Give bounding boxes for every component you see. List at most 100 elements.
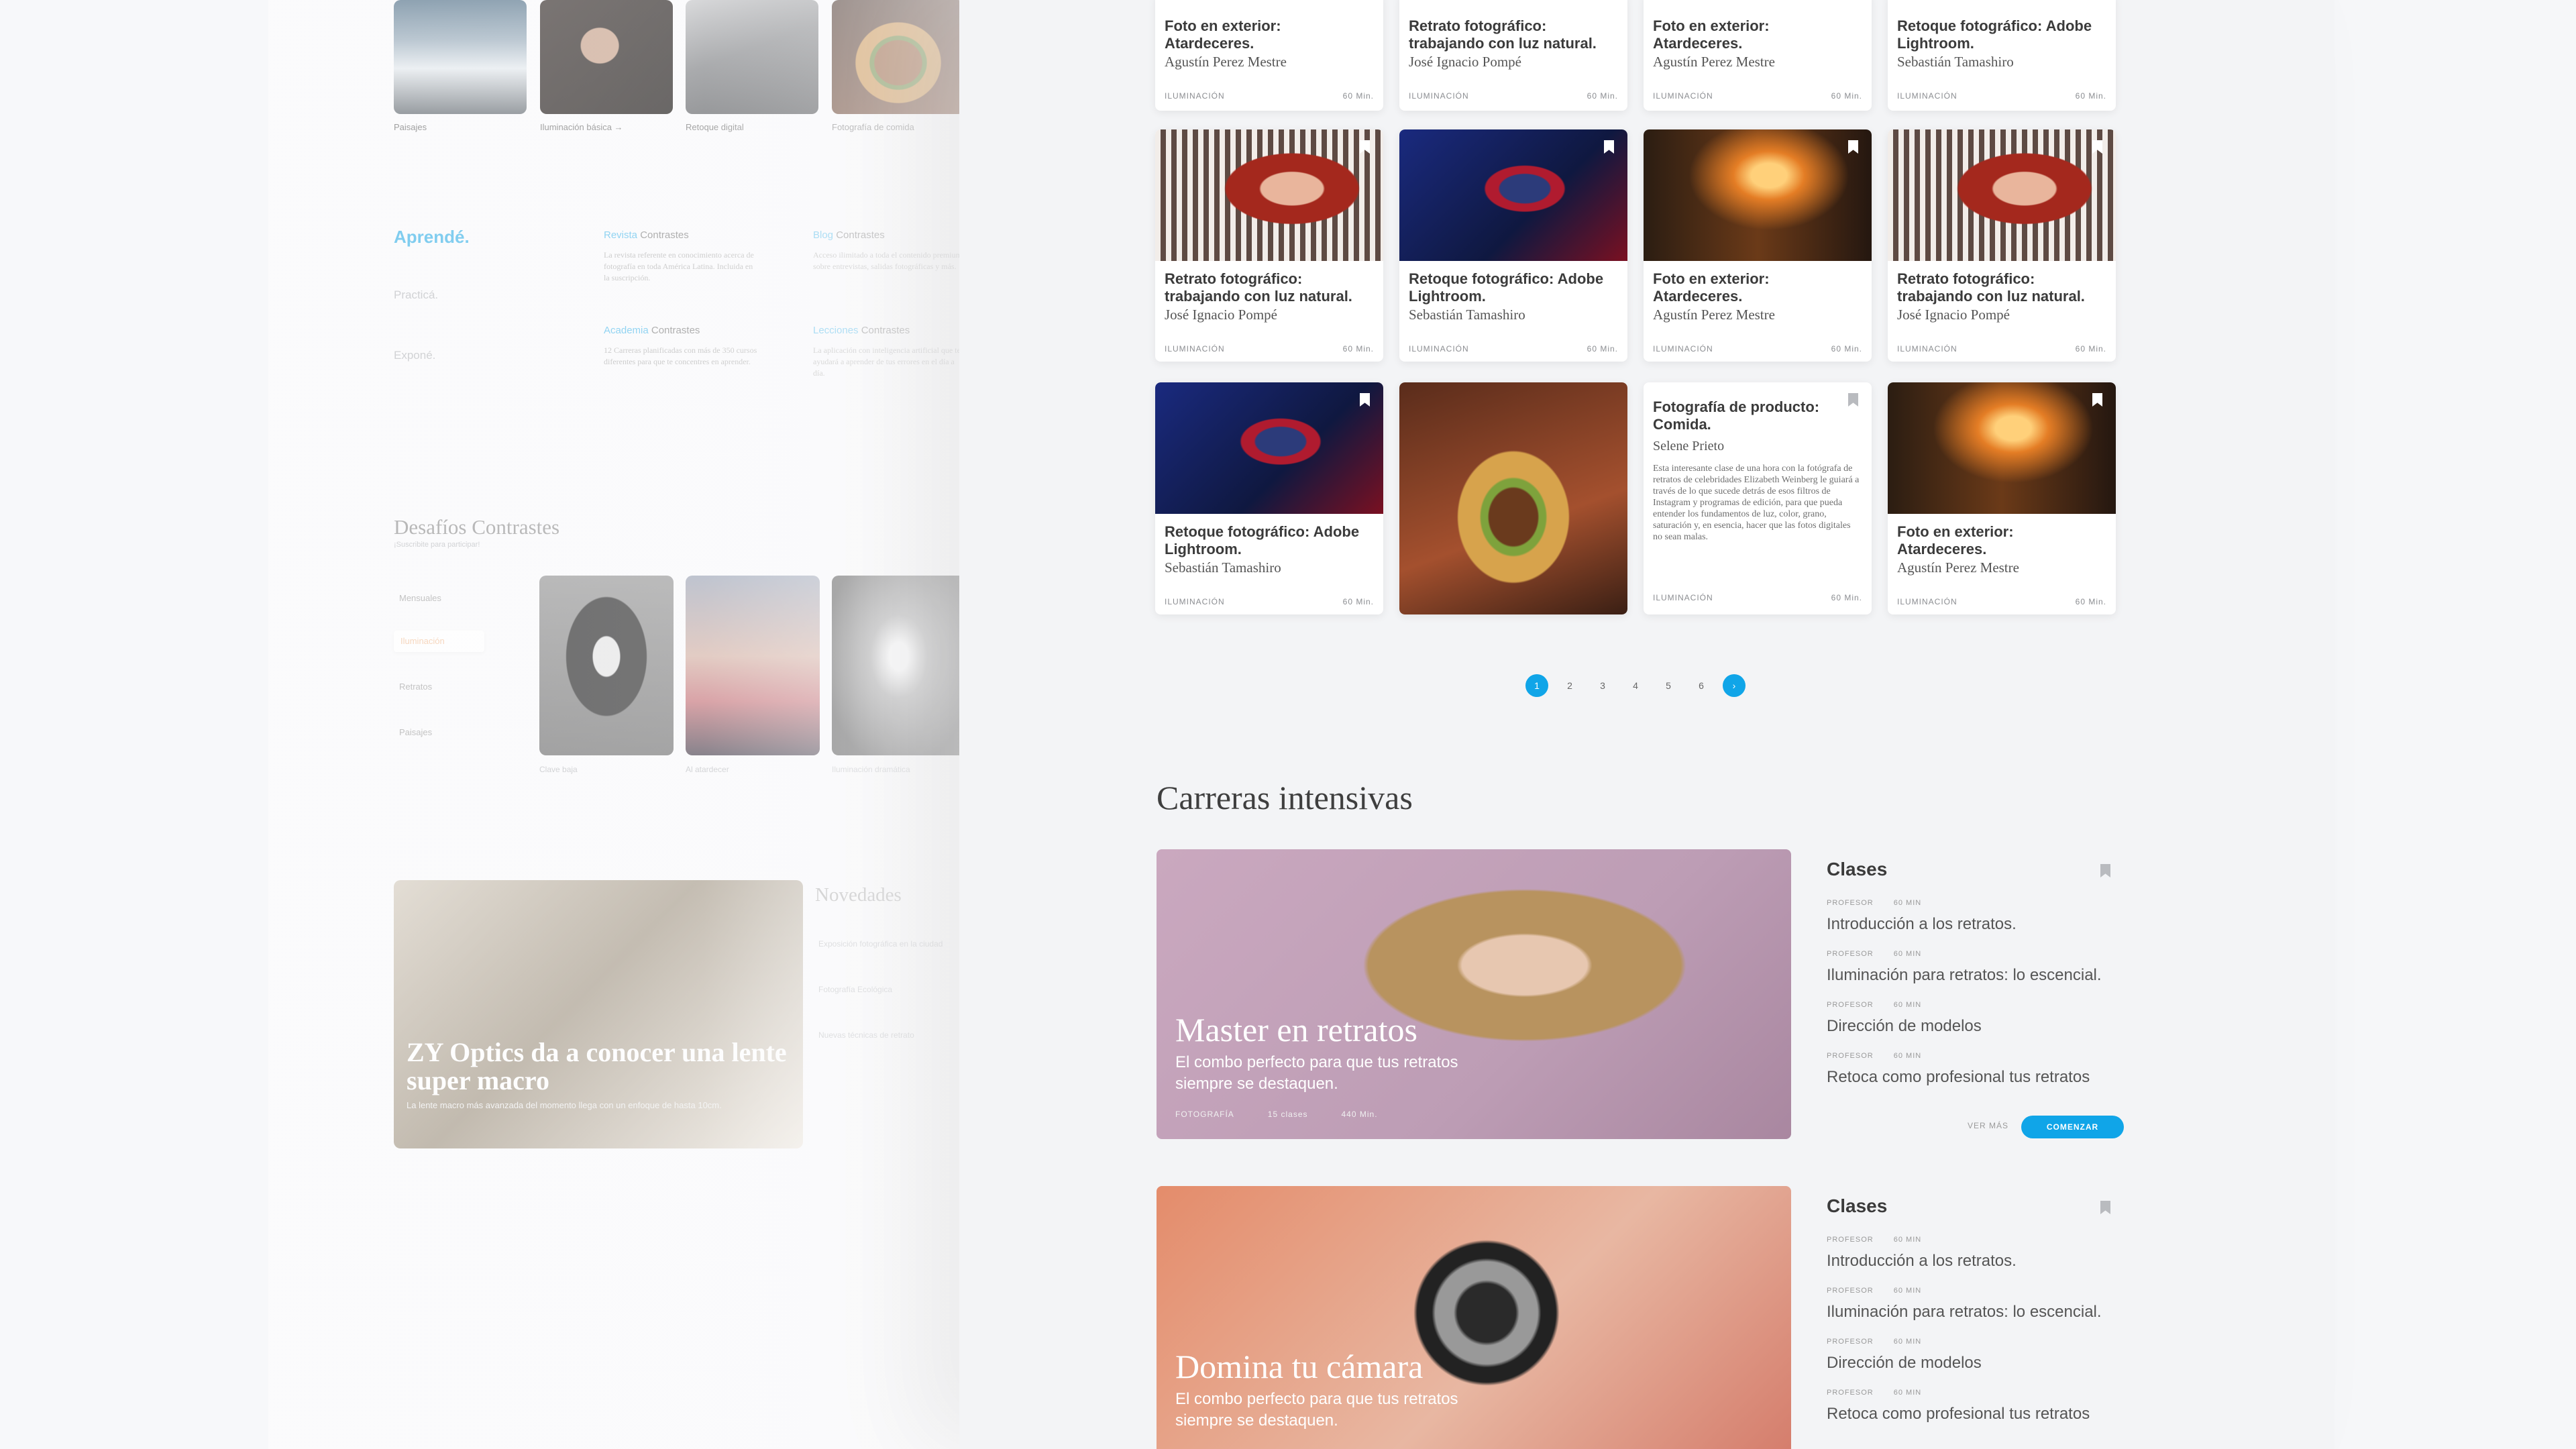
career-hero[interactable]: Master en retratos El combo perfecto par… — [1157, 849, 1791, 1139]
course-meta: ILUMINACIÓN 60 Min. — [1165, 597, 1374, 606]
paisajes-thumbnail[interactable] — [394, 0, 527, 114]
challenge-caption: Al atardecer — [686, 765, 729, 774]
challenges-subtitle: ¡Suscribite para participar! — [394, 541, 480, 549]
nav-expone[interactable]: Exponé. — [394, 349, 435, 362]
class-item[interactable]: Dirección de modelos — [1827, 1354, 1982, 1373]
course-meta: ILUMINACIÓN 60 Min. — [1165, 344, 1374, 354]
comenzar-button[interactable]: COMENZAR — [2021, 1116, 2124, 1138]
career-title: Domina tu cámara — [1175, 1348, 1424, 1385]
iluminacion-thumbnail[interactable] — [540, 0, 673, 114]
challenge-image[interactable] — [832, 576, 966, 755]
ver-mas-link[interactable]: VER MÁS — [1968, 1121, 2008, 1130]
news-subtitle: La lente macro más avanzada del momento … — [407, 1100, 722, 1110]
class-meta: PROFESOR 60 MIN — [1827, 1338, 1922, 1346]
class-meta: PROFESOR 60 MIN — [1827, 1389, 1922, 1397]
bookmark-icon[interactable] — [1848, 393, 1858, 407]
nav-aprende[interactable]: Aprendé. — [394, 227, 470, 248]
course-title: Foto en exterior: Atardeceres. — [1653, 17, 1770, 52]
service-blog[interactable]: Blog Contrastes — [813, 229, 885, 241]
course-meta: ILUMINACIÓN 60 Min. — [1409, 344, 1618, 354]
service-description: 12 Carreras planificadas con más de 350 … — [604, 345, 757, 366]
service-description: Acceso ilimitado a toda el contenido pre… — [813, 250, 962, 271]
career-classes-panel: Clases PROFESOR 60 MIN Introducción a los… — [1827, 1186, 2149, 1449]
challenge-tab[interactable]: Paisajes — [399, 727, 432, 737]
class-item[interactable]: Introducción a los retratos. — [1827, 1252, 2017, 1271]
course-card[interactable]: Retrato fotográfico: trabajando con luz … — [1888, 129, 2116, 362]
red-hair-portrait-image — [1155, 129, 1383, 261]
career-subtitle: El combo perfecto para que tus retratos … — [1175, 1053, 1458, 1093]
course-card[interactable]: Retrato fotográfico: trabajando con luz … — [1399, 0, 1627, 111]
class-item[interactable]: Dirección de modelos — [1827, 1017, 1982, 1036]
challenge-tab[interactable]: Retratos — [399, 682, 432, 692]
course-card[interactable]: Foto en exterior: Atardeceres. Agustín P… — [1888, 382, 2116, 614]
course-author: José Ignacio Pompé — [1897, 307, 2010, 323]
course-title: Retrato fotográfico: trabajando con luz … — [1409, 17, 1597, 52]
class-meta: PROFESOR 60 MIN — [1827, 1236, 1922, 1244]
page-button-3[interactable]: 3 — [1591, 674, 1614, 697]
course-title: Foto en exterior: Atardeceres. — [1653, 270, 1770, 305]
page-button-4[interactable]: 4 — [1624, 674, 1647, 697]
course-card[interactable]: Foto en exterior: Atardeceres. Agustín P… — [1644, 129, 1872, 362]
section-title: Carreras intensivas — [1157, 779, 1413, 816]
course-card[interactable]: Retoque fotográfico: Adobe Lightroom. Se… — [1155, 382, 1383, 614]
challenge-caption: Clave baja — [539, 765, 578, 774]
course-card[interactable]: Foto en exterior: Atardeceres. Agustín P… — [1644, 0, 1872, 111]
category-label[interactable]: Iluminación básica → — [540, 122, 623, 132]
class-item[interactable]: Iluminación para retratos: lo escencial. — [1827, 1303, 2102, 1322]
course-card[interactable]: Retoque fotográfico: Adobe Lightroom. Se… — [1888, 0, 2116, 111]
class-item[interactable]: Retoca como profesional tus retratos — [1827, 1405, 2090, 1424]
course-title: Foto en exterior: Atardeceres. — [1897, 523, 2014, 557]
course-author: Agustín Perez Mestre — [1653, 307, 1775, 323]
course-description: Esta interesante clase de una hora con l… — [1653, 464, 1860, 542]
challenge-image[interactable] — [539, 576, 674, 755]
course-title: Retrato fotográfico: trabajando con luz … — [1165, 270, 1352, 305]
class-item[interactable]: Retoca como profesional tus retratos — [1827, 1068, 2090, 1087]
class-item[interactable]: Iluminación para retratos: lo escencial. — [1827, 966, 2102, 985]
class-meta: PROFESOR 60 MIN — [1827, 1287, 1922, 1295]
course-card[interactable]: Foto en exterior: Atardeceres. Agustín P… — [1155, 0, 1383, 111]
news-item[interactable]: Exposición fotográfica en la ciudad — [818, 939, 943, 949]
service-description: La aplicación con inteligencia artificia… — [813, 345, 961, 378]
class-meta: PROFESOR 60 MIN — [1827, 899, 1922, 907]
course-card-expanded[interactable]: Fotografía de producto: Comida. Selene P… — [1644, 382, 1872, 614]
page-button-6[interactable]: 6 — [1690, 674, 1713, 697]
comida-thumbnail[interactable] — [832, 0, 965, 114]
page-button-2[interactable]: 2 — [1558, 674, 1581, 697]
course-title: Fotografía de producto: Comida. — [1653, 398, 1820, 433]
course-author: Sebastián Tamashiro — [1409, 307, 1525, 323]
news-item[interactable]: Fotografía Ecológica — [818, 985, 892, 994]
course-card[interactable]: Retoque fotográfico: Adobe Lightroom. Se… — [1399, 129, 1627, 362]
challenge-tab[interactable]: Mensuales — [399, 593, 441, 603]
course-title: Retrato fotográfico: trabajando con luz … — [1897, 270, 2085, 305]
career-hero[interactable]: Domina tu cámara El combo perfecto para … — [1157, 1186, 1791, 1449]
next-page-button[interactable]: › — [1723, 674, 1746, 697]
service-lecciones[interactable]: Lecciones Contrastes — [813, 325, 910, 336]
class-item[interactable]: Introducción a los retratos. — [1827, 915, 2017, 934]
class-meta: PROFESOR 60 MIN — [1827, 950, 1922, 958]
news-headline[interactable]: ZY Optics da a conocer una lente super m… — [407, 1038, 796, 1095]
course-card-image-only[interactable] — [1399, 382, 1627, 614]
classes-title: Clases — [1827, 859, 1888, 879]
blue-neon-portrait-image — [1155, 382, 1383, 514]
course-author: Agustín Perez Mestre — [1897, 559, 2019, 576]
course-meta: ILUMINACIÓN 60 Min. — [1897, 597, 2106, 606]
course-card[interactable]: Retrato fotográfico: trabajando con luz … — [1155, 129, 1383, 362]
retoque-thumbnail[interactable] — [686, 0, 818, 114]
service-revista[interactable]: Revista Contrastes — [604, 229, 689, 241]
page-button-1[interactable]: 1 — [1525, 674, 1548, 697]
course-meta: ILUMINACIÓN 60 Min. — [1409, 91, 1618, 101]
challenge-tab-active[interactable]: Iluminación — [394, 631, 484, 652]
category-label: Retoque digital — [686, 122, 744, 132]
course-title: Retoque fotográfico: Adobe Lightroom. — [1409, 270, 1604, 305]
bookmark-icon[interactable] — [2100, 1201, 2110, 1214]
news-item[interactable]: Nuevas técnicas de retrato — [818, 1030, 914, 1040]
career-meta: FOTOGRAFÍA 15 clases 440 Min. — [1175, 1110, 1378, 1119]
career-subtitle: El combo perfecto para que tus retratos … — [1175, 1390, 1458, 1430]
challenge-image[interactable] — [686, 576, 820, 755]
nav-practica[interactable]: Practicá. — [394, 288, 438, 302]
page-button-5[interactable]: 5 — [1657, 674, 1680, 697]
class-meta: PROFESOR 60 MIN — [1827, 1001, 1922, 1009]
course-meta: ILUMINACIÓN 60 Min. — [1653, 91, 1862, 101]
bookmark-icon[interactable] — [2100, 864, 2110, 877]
service-academia[interactable]: Academia Contrastes — [604, 325, 700, 336]
